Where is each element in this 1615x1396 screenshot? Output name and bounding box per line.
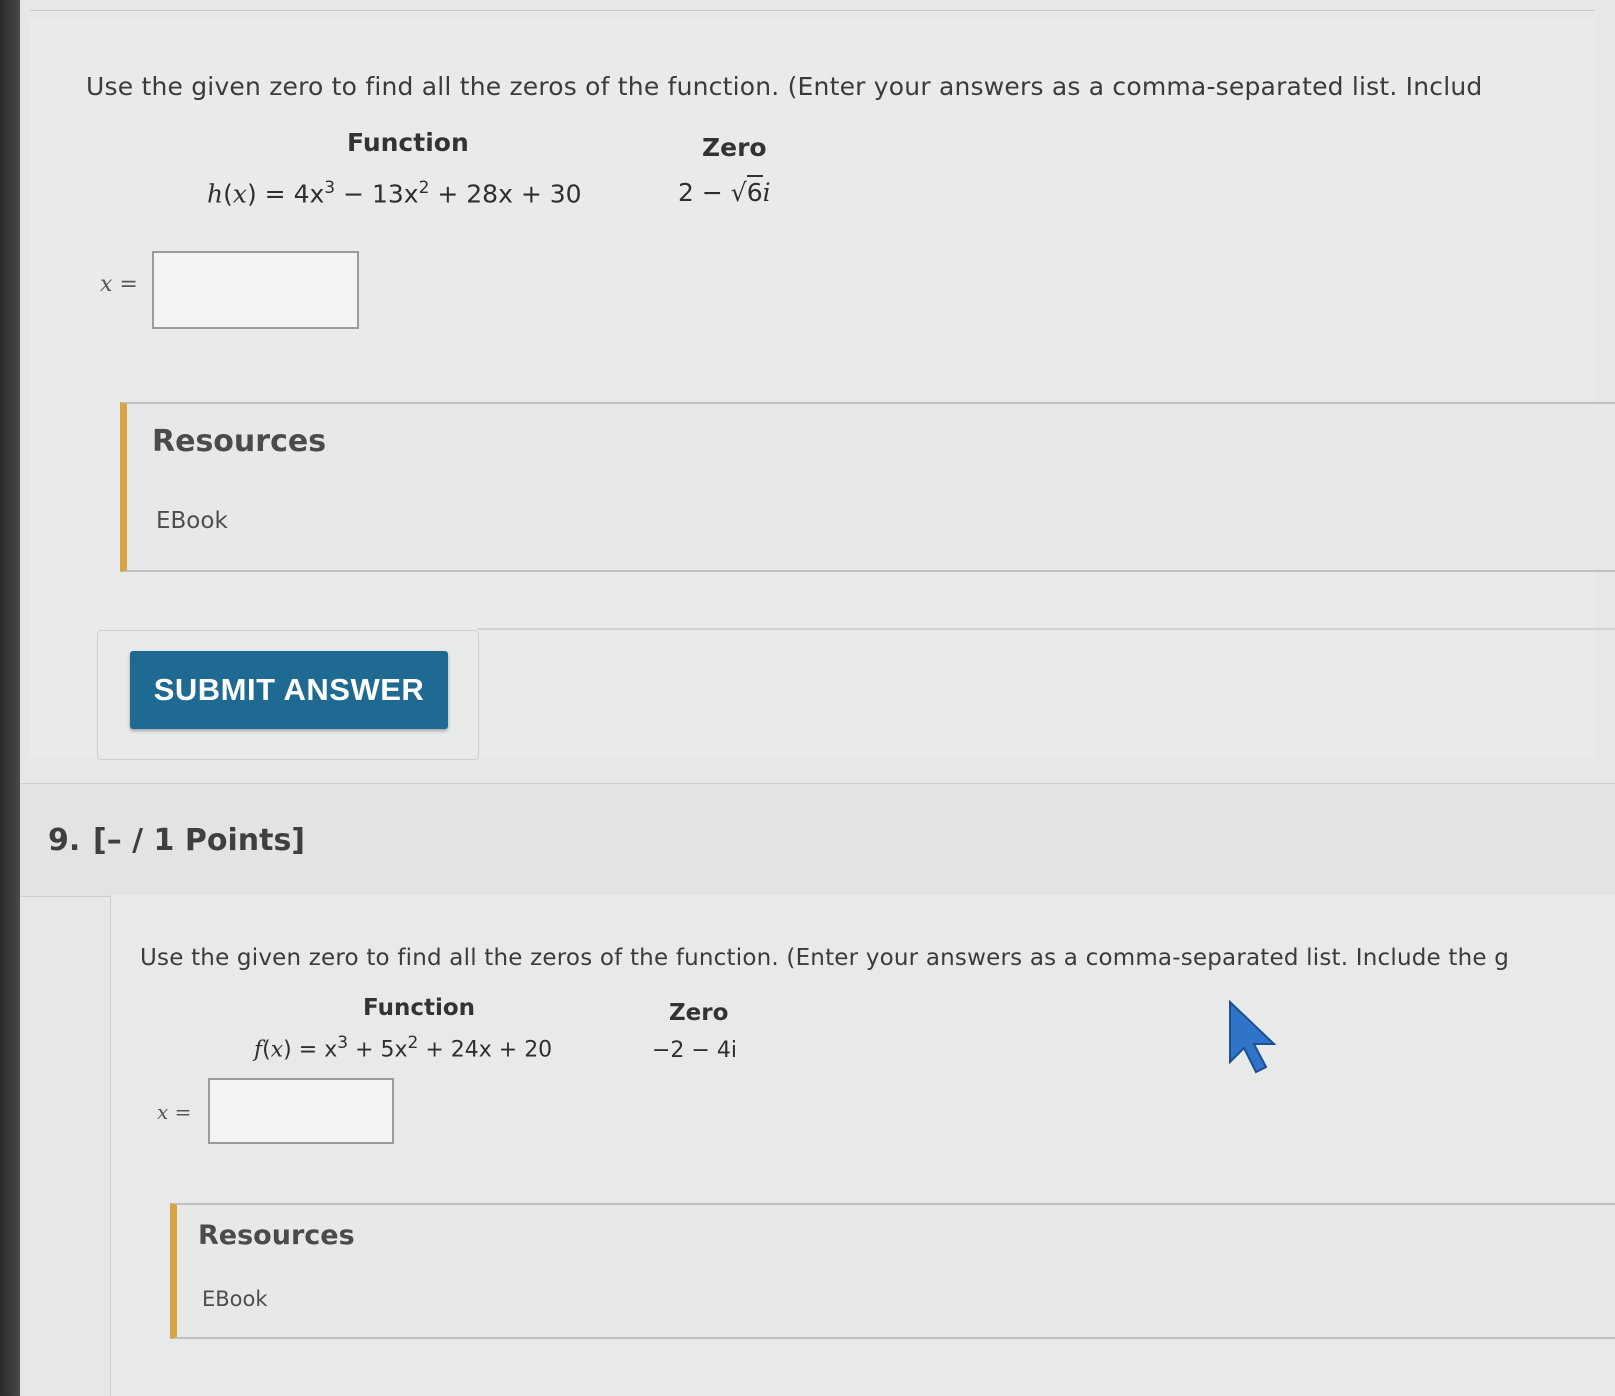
answer-input[interactable] <box>152 251 359 329</box>
exponent-1: 3 <box>337 1033 349 1053</box>
resources-panel <box>120 402 1615 572</box>
exponent-2: 2 <box>407 1033 419 1053</box>
term-1: x <box>324 1037 338 1063</box>
exponent-1: 3 <box>324 178 336 198</box>
zero-expression: −2 − 4i <box>652 1038 737 1063</box>
top-divider <box>30 10 1595 11</box>
zero-prefix: 2 − <box>678 178 723 207</box>
answer-label: x = <box>100 272 138 297</box>
answer-input[interactable] <box>208 1078 394 1144</box>
question-number: 9. <box>48 823 81 858</box>
answer-label: x = <box>157 1100 192 1124</box>
term-2: − 13x <box>343 179 419 209</box>
function-variable: x <box>232 179 247 209</box>
question-points: [– / 1 Points] <box>93 823 306 858</box>
submit-answer-button[interactable]: SUBMIT ANSWER <box>130 651 448 729</box>
ebook-link[interactable]: EBook <box>156 508 228 534</box>
term-2: + 5x <box>355 1037 408 1063</box>
resources-title: Resources <box>198 1220 355 1251</box>
function-expression: h(x) = 4x3 − 13x2 + 28x + 30 <box>207 178 582 209</box>
function-variable: x <box>270 1037 284 1063</box>
sqrt-icon: √ <box>730 178 747 207</box>
term-3: + 24x + 20 <box>425 1037 553 1063</box>
submit-divider <box>477 628 1615 630</box>
resources-panel <box>170 1203 1615 1339</box>
function-column-header: Function <box>347 128 469 157</box>
function-name: h <box>207 179 224 209</box>
ebook-link[interactable]: EBook <box>202 1287 268 1311</box>
zero-expression: 2 − √6i <box>678 175 771 207</box>
term-1: 4x <box>293 179 325 209</box>
zero-column-header: Zero <box>669 1000 729 1026</box>
function-name: f <box>254 1037 263 1063</box>
zero-radicand: 6 <box>746 175 763 207</box>
term-3: + 28x + 30 <box>437 179 582 209</box>
question-9-instruction: Use the given zero to find all the zeros… <box>140 945 1510 971</box>
question-8-instruction: Use the given zero to find all the zeros… <box>86 72 1483 101</box>
zero-column-header: Zero <box>702 133 767 162</box>
mouse-pointer-icon <box>1229 1000 1277 1074</box>
resources-title: Resources <box>152 424 327 459</box>
zero-imaginary-unit: i <box>762 178 771 207</box>
exponent-2: 2 <box>418 178 430 198</box>
function-expression: f(x) = x3 + 5x2 + 24x + 20 <box>254 1033 553 1063</box>
function-column-header: Function <box>363 995 476 1021</box>
